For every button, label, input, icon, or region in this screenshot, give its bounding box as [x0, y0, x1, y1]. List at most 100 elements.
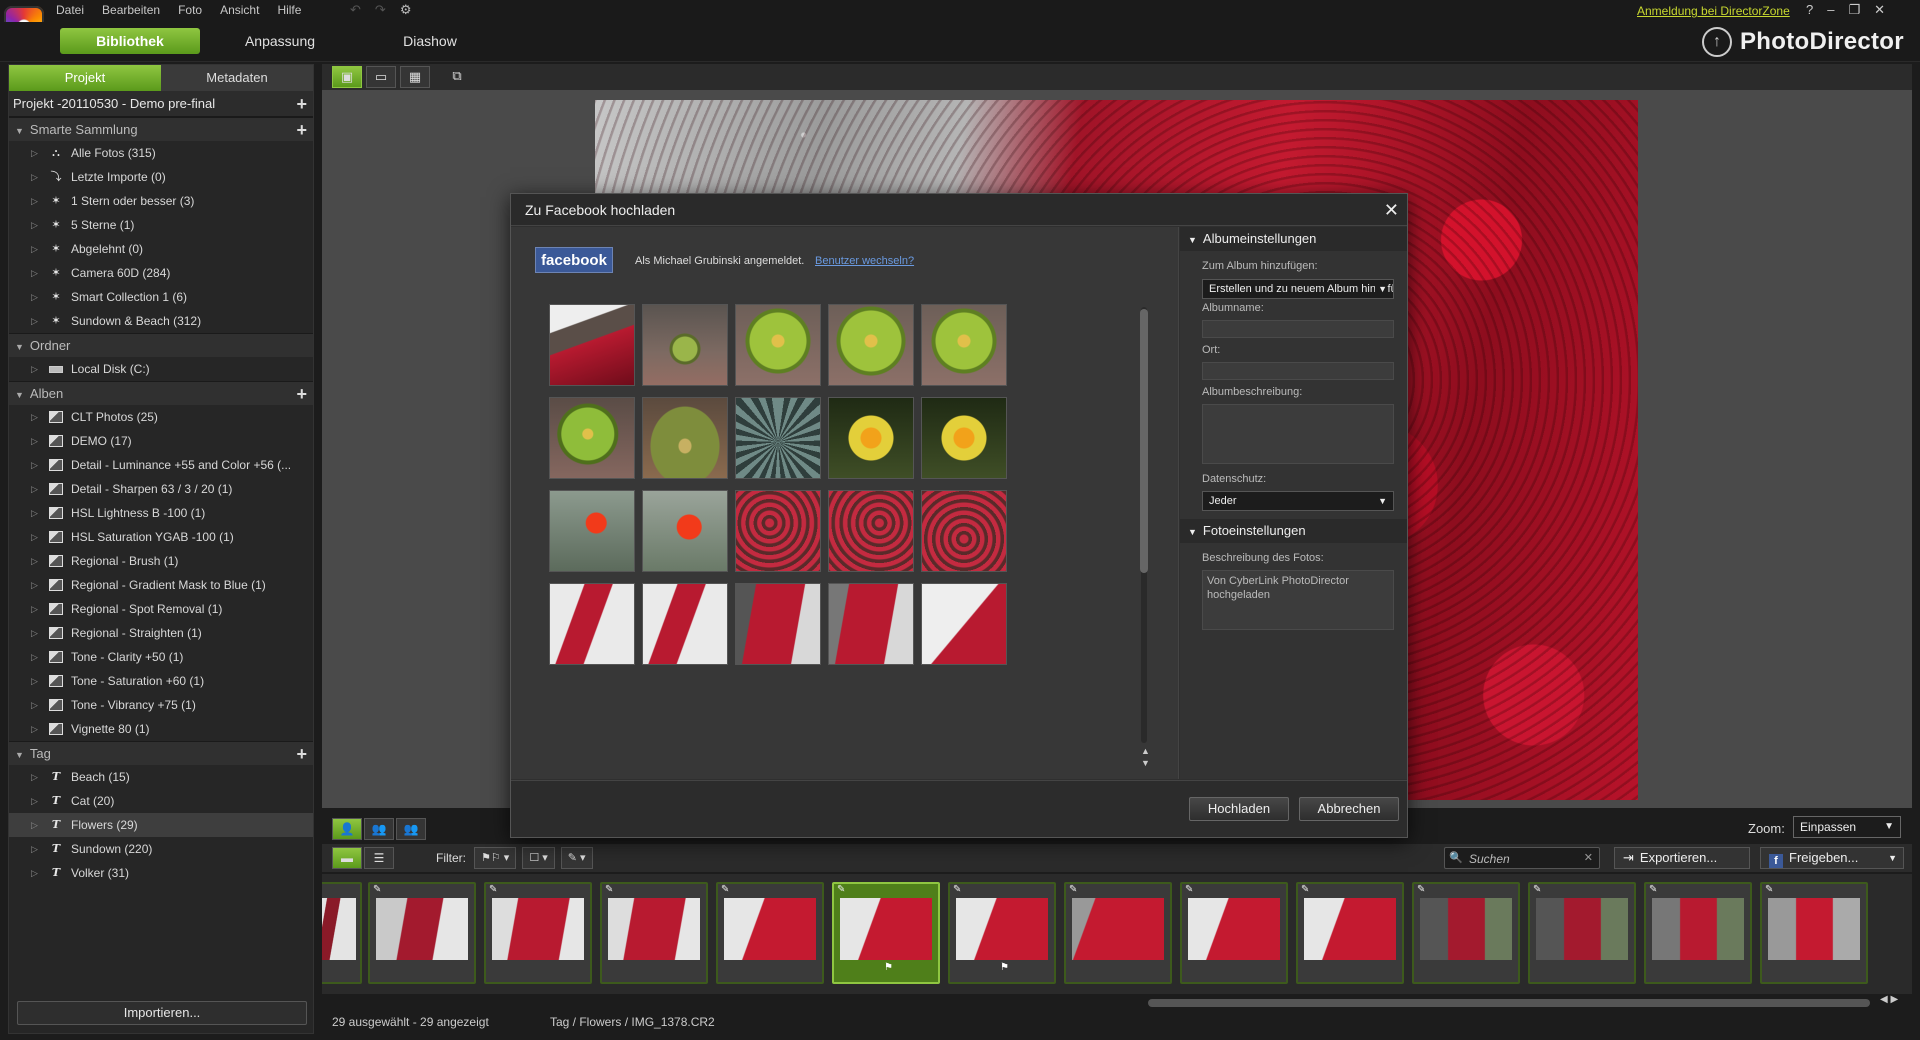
album-item[interactable]: ▷ Regional - Gradient Mask to Blue (1): [9, 573, 313, 597]
filmstrip-thumbnail[interactable]: [322, 882, 362, 984]
menu-edit[interactable]: Bearbeiten: [102, 3, 160, 17]
album-item[interactable]: ▷ DEMO (17): [9, 429, 313, 453]
album-item[interactable]: ▷ Detail - Sharpen 63 / 3 / 20 (1): [9, 477, 313, 501]
expand-arrow-icon[interactable]: ▷: [31, 213, 41, 237]
filmstrip-thumbnail[interactable]: ✎: [1296, 882, 1404, 984]
menu-help[interactable]: Hilfe: [277, 3, 301, 17]
section-folders[interactable]: ▼ Ordner: [9, 333, 313, 357]
expand-arrow-icon[interactable]: ▷: [31, 669, 41, 693]
add-icon[interactable]: +: [296, 91, 307, 117]
privacy-select[interactable]: Jeder ▼: [1202, 491, 1394, 511]
cancel-button[interactable]: Abbrechen: [1299, 797, 1399, 821]
album-settings-header[interactable]: ▼ Albumeinstellungen: [1180, 227, 1407, 251]
filmstrip-thumbnail[interactable]: ✎: [716, 882, 824, 984]
filmstrip-thumbnail[interactable]: ✎ ⚑: [948, 882, 1056, 984]
single-person-icon[interactable]: 👤: [332, 818, 362, 840]
upload-photo-thumbnail[interactable]: [549, 583, 635, 665]
upload-photo-thumbnail[interactable]: [921, 490, 1007, 572]
directorzone-login-link[interactable]: Anmeldung bei DirectorZone: [1637, 4, 1790, 18]
filmstrip-thumbnail[interactable]: ✎ ⚑: [832, 882, 940, 984]
photo-description-input[interactable]: Von CyberLink PhotoDirector hochgeladen: [1202, 570, 1394, 630]
expand-arrow-icon[interactable]: ▷: [31, 165, 41, 189]
album-item[interactable]: ▷ CLT Photos (25): [9, 405, 313, 429]
upload-button[interactable]: Hochladen: [1189, 797, 1289, 821]
export-button[interactable]: ⇥ Exportieren...: [1614, 847, 1750, 869]
filmstrip-view-icon[interactable]: ▬: [332, 847, 362, 869]
upload-photo-thumbnail[interactable]: [735, 397, 821, 479]
upload-photo-thumbnail[interactable]: [735, 490, 821, 572]
close-button[interactable]: ✕: [1874, 2, 1885, 18]
expand-arrow-icon[interactable]: ▷: [31, 357, 41, 381]
expand-arrow-icon[interactable]: ▷: [31, 765, 41, 789]
expand-arrow-icon[interactable]: ▷: [31, 429, 41, 453]
smart-collection-item[interactable]: ▷ ✶ Camera 60D (284): [9, 261, 313, 285]
filmstrip-scroll-arrows[interactable]: ◀ ▶: [1880, 994, 1898, 1005]
tab-metadata[interactable]: Metadaten: [161, 65, 313, 91]
album-item[interactable]: ▷ Regional - Straighten (1): [9, 621, 313, 645]
close-icon[interactable]: ✕: [1384, 200, 1399, 221]
clear-search-icon[interactable]: ✕: [1584, 851, 1593, 864]
section-tags[interactable]: ▼ Tag +: [9, 741, 313, 765]
expand-arrow-icon[interactable]: ▷: [31, 405, 41, 429]
tag-item[interactable]: ▷ T Sundown (220): [9, 837, 313, 861]
zoom-select[interactable]: Einpassen ▼: [1793, 816, 1901, 838]
upload-photo-thumbnail[interactable]: [828, 304, 914, 386]
photo-settings-header[interactable]: ▼ Fotoeinstellungen: [1180, 519, 1407, 543]
mode-slideshow-tab[interactable]: Diashow: [380, 28, 480, 54]
upload-photo-thumbnail[interactable]: [735, 583, 821, 665]
upload-photo-thumbnail[interactable]: [642, 583, 728, 665]
album-item[interactable]: ▷ Tone - Clarity +50 (1): [9, 645, 313, 669]
album-description-input[interactable]: [1202, 404, 1394, 464]
expand-arrow-icon[interactable]: ▷: [31, 621, 41, 645]
filmstrip-thumbnail[interactable]: ✎: [1644, 882, 1752, 984]
filmstrip-thumbnail[interactable]: ✎: [1528, 882, 1636, 984]
expand-arrow-icon[interactable]: ▷: [31, 501, 41, 525]
upload-photo-thumbnail[interactable]: [642, 397, 728, 479]
upload-photo-thumbnail[interactable]: [549, 490, 635, 572]
expand-arrow-icon[interactable]: ▷: [31, 309, 41, 333]
minimize-button[interactable]: –: [1827, 2, 1834, 18]
mode-library-tab[interactable]: Bibliothek: [60, 28, 200, 54]
filmstrip-thumbnail[interactable]: ✎: [600, 882, 708, 984]
expand-arrow-icon[interactable]: ▷: [31, 549, 41, 573]
rating-filter-icon[interactable]: ☐ ▾: [522, 847, 555, 869]
album-item[interactable]: ▷ Vignette 80 (1): [9, 717, 313, 741]
upload-photo-thumbnail[interactable]: [828, 397, 914, 479]
upload-photo-thumbnail[interactable]: [921, 397, 1007, 479]
folder-item[interactable]: ▷ Local Disk (C:): [9, 357, 313, 381]
tag-item[interactable]: ▷ T Volker (31): [9, 861, 313, 885]
filmstrip-thumbnail[interactable]: ✎: [1760, 882, 1868, 984]
album-item[interactable]: ▷ Regional - Spot Removal (1): [9, 597, 313, 621]
thumbnail-scrollbar[interactable]: [1139, 307, 1149, 743]
section-albums[interactable]: ▼ Alben +: [9, 381, 313, 405]
upload-photo-thumbnail[interactable]: [921, 583, 1007, 665]
help-button[interactable]: ?: [1806, 2, 1813, 18]
search-input[interactable]: 🔍 Suchen ✕: [1444, 847, 1600, 869]
settings-gear-icon[interactable]: ⚙: [400, 2, 412, 18]
smart-collection-item[interactable]: ▷ ✶ Abgelehnt (0): [9, 237, 313, 261]
expand-arrow-icon[interactable]: ▷: [31, 573, 41, 597]
filmstrip-thumbnail[interactable]: ✎: [368, 882, 476, 984]
smart-collection-item[interactable]: ▷ ✶ Sundown & Beach (312): [9, 309, 313, 333]
smart-collection-item[interactable]: ▷ ✶ 5 Sterne (1): [9, 213, 313, 237]
filmstrip-scrollbar[interactable]: [1148, 999, 1870, 1007]
album-item[interactable]: ▷ HSL Lightness B -100 (1): [9, 501, 313, 525]
mode-adjust-tab[interactable]: Anpassung: [230, 28, 330, 54]
upload-photo-thumbnail[interactable]: [735, 304, 821, 386]
switch-user-link[interactable]: Benutzer wechseln?: [815, 255, 914, 267]
redo-icon[interactable]: ↷: [375, 2, 386, 18]
album-name-input[interactable]: [1202, 320, 1394, 338]
expand-arrow-icon[interactable]: ▷: [31, 693, 41, 717]
expand-arrow-icon[interactable]: ▷: [31, 717, 41, 741]
tag-item[interactable]: ▷ T Cat (20): [9, 789, 313, 813]
smart-collection-item[interactable]: ▷ ⤵ Letzte Importe (0): [9, 165, 313, 189]
menu-photo[interactable]: Foto: [178, 3, 202, 17]
menu-view[interactable]: Ansicht: [220, 3, 259, 17]
scroll-thumb[interactable]: [1140, 309, 1148, 573]
upload-photo-thumbnail[interactable]: [642, 304, 728, 386]
import-button[interactable]: Importieren...: [17, 1001, 307, 1025]
add-album-icon[interactable]: +: [296, 382, 307, 406]
album-item[interactable]: ▷ Detail - Luminance +55 and Color +56 (.…: [9, 453, 313, 477]
grid-view-icon[interactable]: ▦: [400, 66, 430, 88]
menu-file[interactable]: Datei: [56, 3, 84, 17]
